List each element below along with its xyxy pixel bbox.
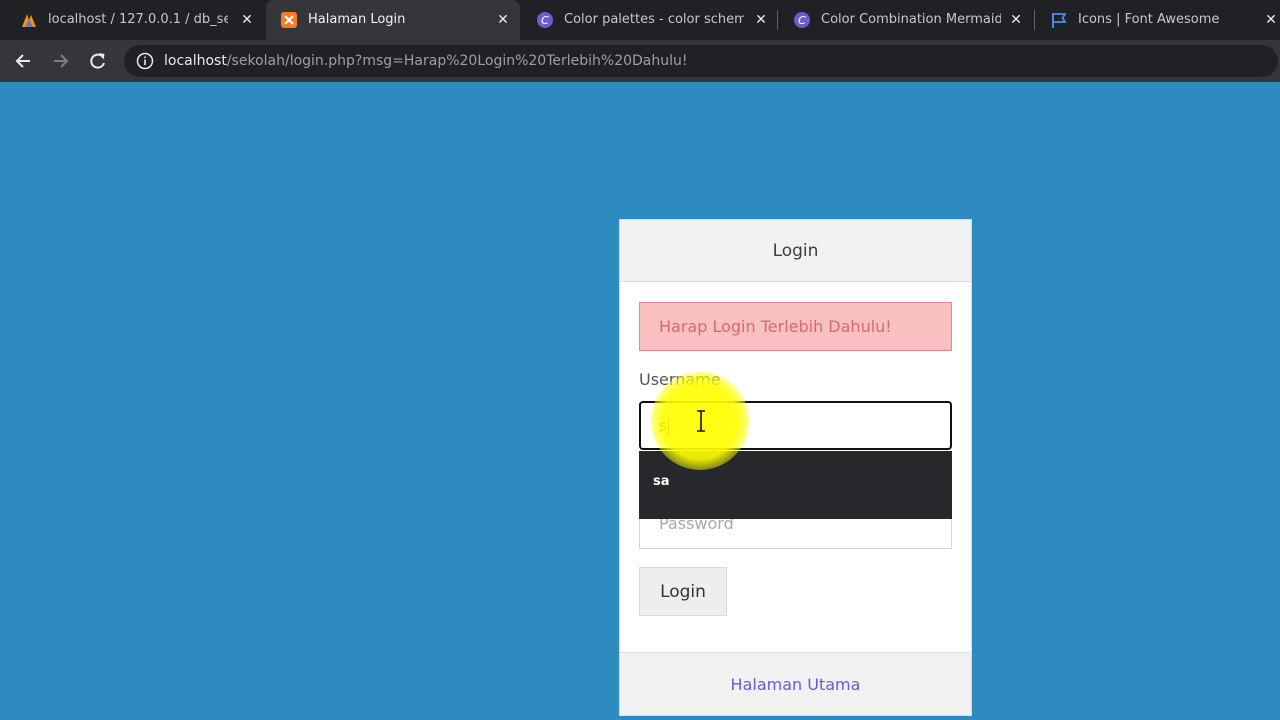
tab-title: Color Combination Mermaid (821, 12, 1001, 27)
close-icon[interactable]: ✕ (1262, 11, 1280, 29)
url-text: localhost/sekolah/login.php?msg=Harap%20… (164, 52, 688, 70)
canva-icon: C (536, 11, 554, 29)
svg-text:C: C (798, 14, 806, 27)
url-path: /sekolah/login.php?msg=Harap%20Login%20T… (226, 53, 688, 69)
login-card: Login Harap Login Terlebih Dahulu! Usern… (619, 219, 972, 716)
info-icon[interactable] (136, 52, 154, 70)
close-icon[interactable]: ✕ (752, 11, 770, 29)
home-link[interactable]: Halaman Utama (731, 675, 861, 694)
arrow-left-icon (15, 54, 30, 68)
url-host: localhost (164, 53, 227, 69)
tab-halaman-login[interactable]: Halaman Login ✕ (266, 0, 520, 40)
flag-icon (1050, 11, 1068, 29)
reload-icon (90, 53, 105, 69)
tab-color-palettes[interactable]: C Color palettes - color schemes ✕ (522, 0, 776, 40)
address-bar[interactable]: localhost/sekolah/login.php?msg=Harap%20… (124, 45, 1278, 77)
back-button[interactable] (10, 48, 36, 74)
tab-separator (1034, 10, 1035, 30)
login-card-footer: Halaman Utama (620, 652, 971, 715)
tab-phpmyadmin[interactable]: localhost / 127.0.0.1 / db_sekolah ✕ (6, 0, 262, 40)
reload-button[interactable] (85, 48, 111, 74)
svg-text:C: C (541, 14, 549, 27)
canva-icon: C (793, 11, 811, 29)
arrow-right-icon (54, 54, 69, 68)
phpmyadmin-icon (20, 11, 38, 29)
tab-separator (777, 10, 778, 30)
tab-title: localhost / 127.0.0.1 / db_sekolah (48, 12, 228, 27)
text-cursor-icon (697, 410, 705, 432)
tab-title: Color palettes - color schemes (564, 12, 744, 27)
close-icon[interactable]: ✕ (494, 11, 512, 29)
error-alert: Harap Login Terlebih Dahulu! (639, 302, 952, 351)
close-icon[interactable]: ✕ (238, 11, 256, 29)
tab-color-combination[interactable]: C Color Combination Mermaid ✕ (779, 0, 1033, 40)
forward-button[interactable] (48, 48, 74, 74)
browser-toolbar: localhost/sekolah/login.php?msg=Harap%20… (0, 40, 1280, 82)
tab-title: Icons | Font Awesome (1078, 12, 1220, 27)
browser-tab-strip: localhost / 127.0.0.1 / db_sekolah ✕ Hal… (0, 0, 1280, 40)
login-card-header: Login (620, 220, 971, 282)
login-button[interactable]: Login (639, 567, 727, 616)
tab-title: Halaman Login (308, 12, 406, 27)
close-icon[interactable]: ✕ (1007, 11, 1025, 29)
tab-font-awesome[interactable]: Icons | Font Awesome ✕ (1036, 0, 1280, 40)
xampp-icon (280, 11, 298, 29)
